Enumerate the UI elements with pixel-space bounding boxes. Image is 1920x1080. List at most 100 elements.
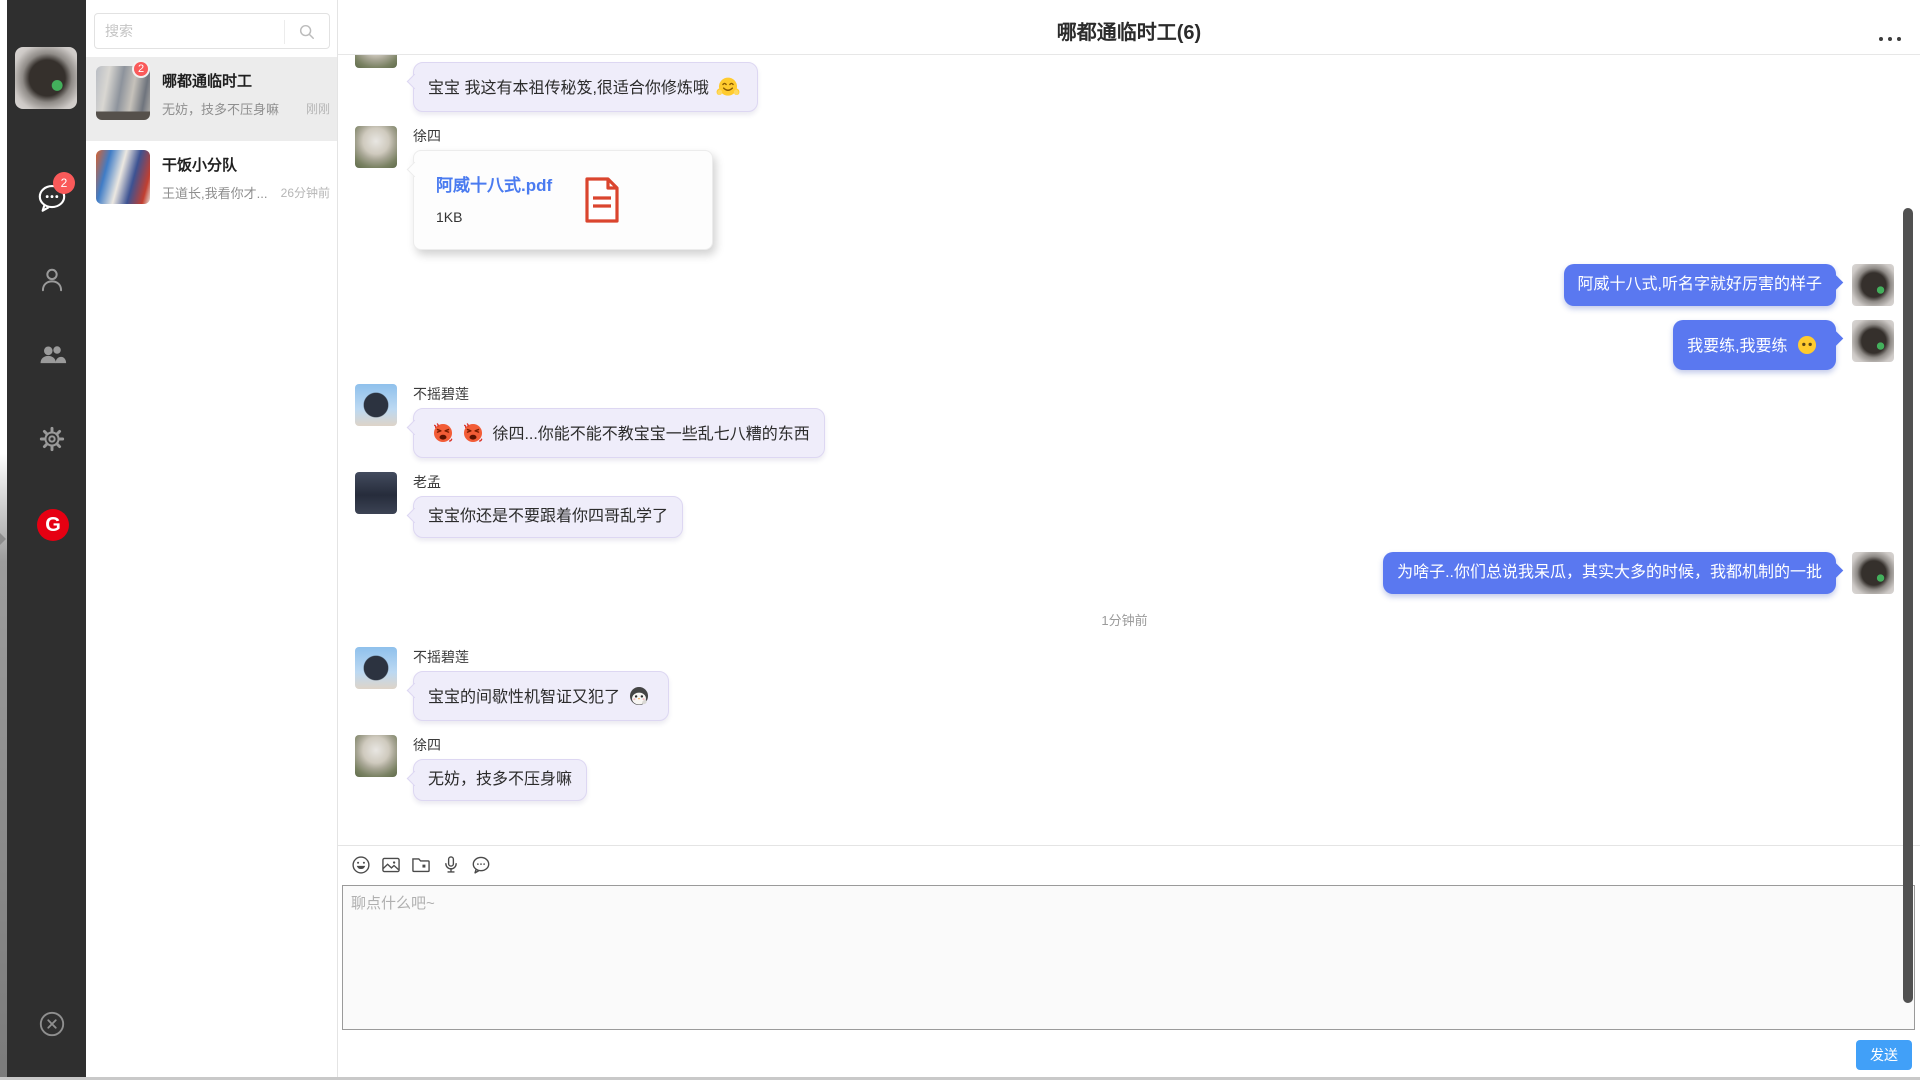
avatar-baobao[interactable]	[1852, 320, 1894, 362]
chat-pane: 哪都通临时工(6) 宝宝 我这有本祖传秘笈,很适合你修炼哦 徐四阿威十八式.pd…	[338, 0, 1920, 1080]
message-outgoing: 我要练,我要练	[355, 320, 1894, 370]
emoji-picker-icon[interactable]	[350, 854, 372, 876]
message-incoming: 徐四阿威十八式.pdf 1KB	[355, 126, 1894, 250]
chat-bubble: 为啥子..你们总说我呆瓜，其实大多的时候，我都机制的一批	[1383, 552, 1836, 594]
composer-toolbar	[338, 846, 500, 884]
bubble-text: 宝宝 我这有本祖传秘笈,很适合你修炼哦	[428, 80, 713, 97]
search-box	[94, 13, 330, 49]
message-incoming: 不摇碧莲 徐四...你能不能不教宝宝一些乱七八糟的东西	[355, 384, 1894, 458]
pdf-file-icon	[582, 177, 622, 223]
nav-sidebar: 2 G	[7, 0, 86, 1080]
file-name[interactable]: 阿威十八式.pdf	[436, 171, 712, 196]
image-icon[interactable]	[380, 854, 402, 876]
bubble-text: 徐四...你能不能不教宝宝一些乱七八糟的东西	[488, 426, 810, 443]
message-body: 徐四阿威十八式.pdf 1KB	[413, 126, 713, 250]
avatar-laomeng[interactable]	[355, 472, 397, 514]
message-incoming: 宝宝 我这有本祖传秘笈,很适合你修炼哦	[355, 55, 1894, 112]
chat-bubble: 宝宝 我这有本祖传秘笈,很适合你修炼哦	[413, 62, 758, 112]
chat-list-item[interactable]: 干饭小分队 王道长,我看你才... 26分钟前	[86, 141, 337, 225]
chat-time: 刚刚	[306, 100, 330, 117]
chat-header: 哪都通临时工(6)	[338, 0, 1920, 55]
chat-bubble: 宝宝你还是不要跟着你四哥乱学了	[413, 496, 683, 538]
sender-name: 老孟	[413, 472, 683, 492]
message-body: 老孟宝宝你还是不要跟着你四哥乱学了	[413, 472, 683, 538]
file-size: 1KB	[436, 209, 712, 225]
search-input[interactable]	[95, 14, 285, 48]
folder-icon[interactable]	[410, 854, 432, 876]
hugging-face-emoji	[715, 74, 741, 100]
sender-name: 徐四	[413, 126, 713, 146]
gear-icon	[36, 423, 68, 460]
blank-face-emoji	[1794, 332, 1820, 358]
message-body: 不摇碧莲 徐四...你能不能不教宝宝一些乱七八糟的东西	[413, 384, 825, 458]
person-icon	[36, 263, 68, 300]
chats-nav-button[interactable]: 2	[34, 182, 70, 218]
bubble-text: 我要练,我要练	[1687, 338, 1792, 355]
user-avatar[interactable]	[15, 47, 77, 109]
avatar-baobao[interactable]	[1852, 552, 1894, 594]
sender-name: 不摇碧莲	[413, 384, 825, 404]
chat-bubble: 徐四...你能不能不教宝宝一些乱七八糟的东西	[413, 408, 825, 458]
search-icon[interactable]	[296, 21, 318, 43]
message-body: 宝宝 我这有本祖传秘笈,很适合你修炼哦	[413, 55, 758, 112]
group-avatar	[96, 150, 150, 204]
bubble-text: 无妨，技多不压身嘛	[428, 771, 572, 788]
avatar-buyaobilian[interactable]	[355, 384, 397, 426]
sender-name: 不摇碧莲	[413, 647, 669, 667]
message-body: 不摇碧莲宝宝的间歇性机智证又犯了	[413, 647, 669, 721]
time-divider: 1分钟前	[355, 610, 1894, 629]
unread-badge: 2	[132, 60, 150, 78]
voice-icon[interactable]	[440, 854, 462, 876]
contacts-nav-button[interactable]	[34, 263, 70, 299]
panel-expand-arrow-icon[interactable]	[0, 533, 6, 545]
message-incoming: 老孟宝宝你还是不要跟着你四哥乱学了	[355, 472, 1894, 538]
avatar-baobao[interactable]	[1852, 264, 1894, 306]
bubble-text: 宝宝的间歇性机智证又犯了	[428, 689, 624, 706]
message-incoming: 徐四无妨，技多不压身嘛	[355, 735, 1894, 801]
groups-nav-button[interactable]	[34, 338, 70, 374]
more-menu-icon[interactable]	[1877, 31, 1903, 41]
chat-list-item[interactable]: 2 哪都通临时工 无妨，技多不压身嘛 刚刚	[86, 57, 337, 141]
chat-title: 哪都通临时工	[162, 70, 252, 91]
message-body: 我要练,我要练	[1673, 320, 1836, 370]
composer: 发送	[338, 845, 1920, 1080]
unread-badge: 2	[53, 172, 75, 194]
logout-button[interactable]	[34, 1008, 70, 1044]
message-body: 为啥子..你们总说我呆瓜，其实大多的时候，我都机制的一批	[1383, 552, 1836, 594]
message-list[interactable]: 宝宝 我这有本祖传秘笈,很适合你修炼哦 徐四阿威十八式.pdf1KB阿威十八式,…	[338, 55, 1920, 845]
message-outgoing: 阿威十八式,听名字就好厉害的样子	[355, 264, 1894, 306]
app-window: 2 G	[0, 0, 1920, 1080]
send-row: 发送	[338, 1030, 1920, 1080]
message-incoming: 不摇碧莲宝宝的间歇性机智证又犯了	[355, 647, 1894, 721]
g-app-logo[interactable]: G	[37, 509, 69, 541]
search-divider	[284, 20, 285, 44]
chat-history-icon[interactable]	[470, 854, 492, 876]
avatar-buyaobilian[interactable]	[355, 647, 397, 689]
file-attachment-card[interactable]: 阿威十八式.pdf 1KB	[413, 150, 713, 250]
sender-name: 徐四	[413, 735, 587, 755]
bubble-text: 为啥子..你们总说我呆瓜，其实大多的时候，我都机制的一批	[1397, 564, 1822, 581]
bubble-text: 阿威十八式,听名字就好厉害的样子	[1578, 276, 1822, 293]
people-icon	[36, 338, 68, 375]
message-body: 阿威十八式,听名字就好厉害的样子	[1564, 264, 1836, 306]
penguin-emoji	[626, 683, 652, 709]
circle-x-icon	[36, 1008, 68, 1045]
scrollbar-thumb[interactable]	[1903, 208, 1913, 1003]
chat-bubble: 我要练,我要练	[1673, 320, 1836, 370]
message-body: 徐四无妨，技多不压身嘛	[413, 735, 587, 801]
avatar-xusi[interactable]	[355, 735, 397, 777]
send-button[interactable]: 发送	[1856, 1040, 1912, 1070]
chat-title: 干饭小分队	[162, 154, 237, 175]
chat-preview: 无妨，技多不压身嘛	[162, 99, 302, 118]
chat-time: 26分钟前	[281, 184, 330, 201]
avatar-xusi[interactable]	[355, 126, 397, 168]
chat-bubble: 宝宝的间歇性机智证又犯了	[413, 671, 669, 721]
chat-bubble: 阿威十八式,听名字就好厉害的样子	[1564, 264, 1836, 306]
chat-bubble: 无妨，技多不压身嘛	[413, 759, 587, 801]
message-outgoing: 为啥子..你们总说我呆瓜，其实大多的时候，我都机制的一批	[355, 552, 1894, 594]
settings-nav-button[interactable]	[34, 423, 70, 459]
message-input[interactable]	[342, 885, 1915, 1030]
angry-face-emoji	[460, 420, 486, 446]
conversation-title: 哪都通临时工(6)	[338, 16, 1920, 45]
avatar-xusi[interactable]	[355, 55, 397, 68]
